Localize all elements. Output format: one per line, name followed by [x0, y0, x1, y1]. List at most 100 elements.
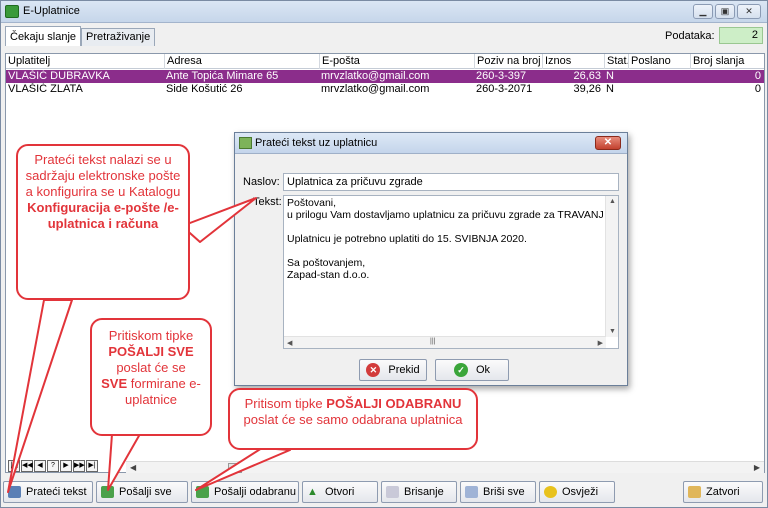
button-label: Zatvori — [706, 486, 740, 498]
close-button[interactable]: ✕ — [737, 4, 761, 19]
nav-last-button[interactable]: ▶| — [86, 460, 98, 472]
col-uplatitelj[interactable]: Uplatitelj — [6, 54, 164, 69]
record-count-label: Podataka: — [665, 30, 715, 42]
eraser-icon — [386, 486, 399, 498]
window-title: E-Uplatnice — [23, 5, 80, 17]
cell-stat: N — [606, 83, 614, 95]
posalji-sve-button[interactable]: Pošalji sve — [96, 481, 188, 503]
dialog-title-bar: Prateći tekst uz uplatnicu ✕ — [235, 133, 627, 154]
scroll-down-icon[interactable]: ▼ — [609, 328, 616, 335]
dialog-close-button[interactable]: ✕ — [595, 136, 621, 150]
cell-iznos: 39,26 — [573, 83, 601, 95]
exit-door-icon — [688, 486, 701, 498]
tekst-label: Tekst: — [253, 196, 282, 208]
tekst-vertical-scrollbar[interactable]: ▲ ▼ — [605, 196, 618, 337]
scroll-left-icon[interactable]: ◀ — [287, 339, 292, 347]
cell-uplatitelj: VLAŠIĆ ZLATA — [8, 83, 83, 95]
posalji-odabranu-button[interactable]: Pošalji odabranu — [191, 481, 299, 503]
button-label: Prateći tekst — [26, 486, 87, 498]
scroll-grip-icon[interactable]: ||| — [430, 338, 435, 345]
nav-prev-button[interactable]: ◀ — [34, 460, 46, 472]
osvjezi-button[interactable]: Osvježi — [539, 481, 615, 503]
record-navigator: |◀ ◀◀ ◀ ? ▶ ▶▶ ▶| — [8, 460, 98, 472]
tekst-line: Zapad-stan d.o.o. — [287, 269, 370, 281]
scroll-right-icon[interactable]: ▶ — [598, 339, 603, 347]
col-eposta[interactable]: E-pošta — [319, 54, 474, 69]
nav-first-button[interactable]: |◀ — [8, 460, 20, 472]
dialog-icon — [239, 137, 252, 149]
send-icon — [101, 486, 114, 498]
maximize-button[interactable]: ▣ — [715, 4, 735, 19]
button-label: Otvori — [325, 486, 355, 498]
prateci-tekst-button[interactable]: Prateći tekst — [3, 481, 93, 503]
cell-broj-slanja: 0 — [754, 70, 761, 82]
tekst-line — [287, 245, 605, 257]
cell-adresa: Ante Topića Mimare 65 — [166, 70, 279, 82]
grid-horizontal-scrollbar[interactable]: ◀ ▶ — [126, 461, 764, 473]
check-icon: ✓ — [453, 363, 468, 377]
scroll-left-icon[interactable]: ◀ — [130, 463, 136, 472]
col-stat[interactable]: Stat. — [604, 54, 628, 69]
col-poziv-na-broj[interactable]: Poziv na broj — [474, 54, 542, 69]
cell-eposta: mrvzlatko@gmail.com — [321, 83, 430, 95]
cell-poziv: 260-3-2071 — [476, 83, 533, 95]
naslov-label: Naslov: — [243, 176, 280, 188]
brisanje-button[interactable]: Brisanje — [381, 481, 457, 503]
tab-pretrazivanje[interactable]: Pretraživanje — [81, 28, 156, 46]
cell-iznos: 26,63 — [573, 70, 601, 82]
tekst-line: u prilogu Vam dostavljamo uplatnicu za p… — [287, 209, 604, 221]
scroll-right-icon[interactable]: ▶ — [754, 463, 760, 472]
col-adresa[interactable]: Adresa — [164, 54, 319, 69]
zatvori-button[interactable]: Zatvori — [683, 481, 763, 503]
callout-posalji-odabranu: Pritisom tipke POŠALJI ODABRANU poslat ć… — [228, 388, 478, 450]
callout-posalji-sve: Pritiskom tipke POŠALJI SVE poslat će se… — [90, 318, 212, 436]
tab-bar: Čekaju slanje Pretraživanje — [5, 26, 156, 46]
table-row[interactable]: VLAŠIĆ ZLATA Side Košutić 26 mrvzlatko@g… — [6, 83, 764, 96]
tekst-line: Poštovani, — [287, 197, 337, 209]
brisi-sve-button[interactable]: Briši sve — [460, 481, 536, 503]
nav-next-button[interactable]: ▶ — [60, 460, 72, 472]
tab-cekaju-slanje[interactable]: Čekaju slanje — [5, 26, 82, 46]
nav-search-button[interactable]: ? — [47, 460, 59, 472]
cell-adresa: Side Košutić 26 — [166, 83, 243, 95]
button-label: Briši sve — [483, 486, 525, 498]
button-label: Osvježi — [562, 486, 599, 498]
triangle-up-icon: ▲ — [307, 486, 318, 498]
button-label: Brisanje — [404, 486, 444, 498]
scroll-thumb[interactable] — [228, 463, 242, 473]
table-row[interactable]: VLAŠIĆ DUBRAVKA Ante Topića Mimare 65 mr… — [6, 70, 764, 83]
otvori-button[interactable]: ▲ Otvori — [302, 481, 378, 503]
record-count-value: 2 — [719, 27, 763, 44]
minimize-button[interactable]: ▁ — [693, 4, 713, 19]
callout-text: formirane e-uplatnice — [124, 376, 201, 407]
button-label: Pošalji sve — [119, 486, 172, 498]
prekid-button[interactable]: ✕ Prekid — [359, 359, 427, 381]
nav-next-page-button[interactable]: ▶▶ — [73, 460, 85, 472]
erase-all-icon — [465, 486, 478, 498]
naslov-input[interactable]: Uplatnica za pričuvu zgrade — [283, 173, 619, 191]
tekst-textarea[interactable]: Poštovani, u prilogu Vam dostavljamo upl… — [283, 195, 619, 349]
scroll-up-icon[interactable]: ▲ — [609, 198, 616, 205]
col-poslano[interactable]: Poslano — [628, 54, 690, 69]
callout-prateci-tekst: Prateći tekst nalazi se u sadržaju elekt… — [16, 144, 190, 300]
tekst-line — [287, 221, 605, 233]
cell-poslano — [628, 83, 690, 96]
refresh-icon — [544, 486, 557, 498]
callout-text: Pritisom tipke — [244, 396, 323, 411]
cell-broj-slanja: 0 — [754, 83, 761, 95]
app-icon — [5, 5, 19, 18]
dialog-title: Prateći tekst uz uplatnicu — [255, 137, 378, 149]
col-broj-slanja[interactable]: Broj slanja — [690, 54, 764, 69]
callout-text: poslat će se — [116, 360, 186, 375]
callout-text: Pritiskom tipke — [108, 328, 194, 343]
tekst-horizontal-scrollbar[interactable]: ◀ ||| ▶ — [284, 336, 606, 348]
cell-uplatitelj: VLAŠIĆ DUBRAVKA — [8, 70, 110, 82]
send-icon — [196, 486, 209, 498]
callout-text: poslat će se samo odabrana uplatnica — [243, 412, 463, 427]
cancel-icon: ✕ — [366, 363, 381, 377]
col-iznos[interactable]: Iznos — [542, 54, 604, 69]
prateci-tekst-dialog: Prateći tekst uz uplatnicu ✕ Naslov: Upl… — [234, 132, 628, 386]
ok-button[interactable]: ✓ Ok — [435, 359, 509, 381]
nav-prev-page-button[interactable]: ◀◀ — [21, 460, 33, 472]
callout-bold-text: Konfiguracija e-pošte /e-uplatnica i rač… — [27, 200, 179, 231]
